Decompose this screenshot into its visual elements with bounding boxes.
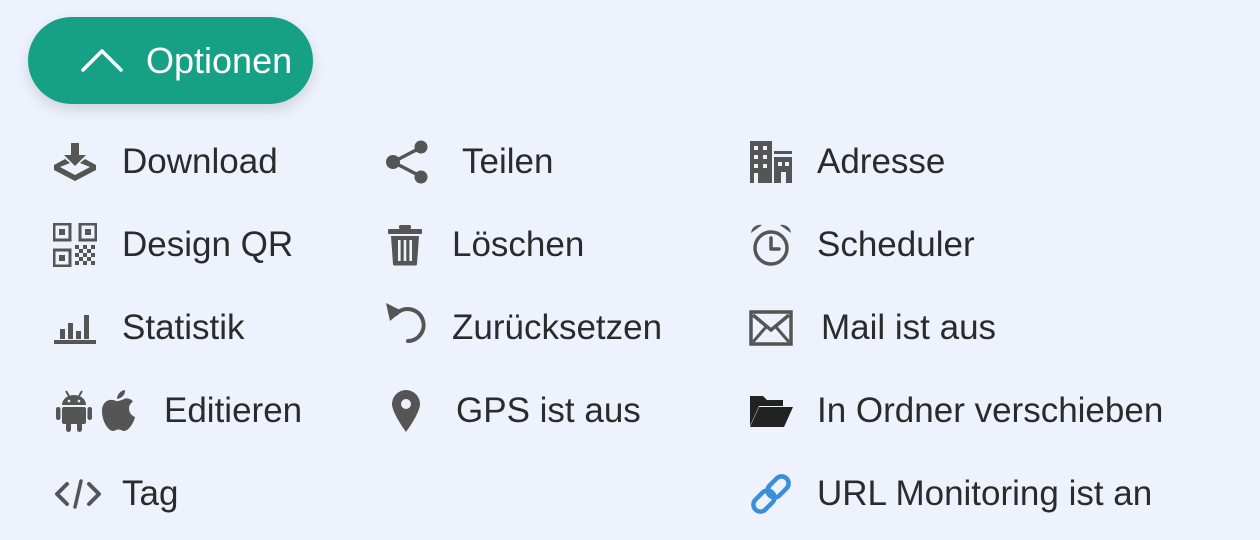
tag-label: Tag <box>122 474 179 513</box>
url-monitoring-label: URL Monitoring ist an <box>817 474 1153 513</box>
move-to-folder-action[interactable]: In Ordner verschieben <box>746 381 1216 441</box>
delete-action[interactable]: Löschen <box>382 215 662 275</box>
folder-open-icon <box>749 393 793 429</box>
scheduler-label: Scheduler <box>817 225 975 264</box>
share-label: Teilen <box>462 142 554 181</box>
statistics-label: Statistik <box>122 308 245 347</box>
design-qr-action[interactable]: Design QR <box>50 215 310 275</box>
download-action[interactable]: Download <box>50 132 310 192</box>
delete-label: Löschen <box>452 225 585 264</box>
scheduler-action[interactable]: Scheduler <box>746 215 1006 275</box>
design-qr-label: Design QR <box>122 225 294 264</box>
bar-chart-icon <box>53 311 97 345</box>
qr-code-icon <box>53 223 97 267</box>
edit-label: Editieren <box>164 391 303 430</box>
reset-label: Zurücksetzen <box>452 308 663 347</box>
gps-label: GPS ist aus <box>456 391 641 430</box>
trash-icon <box>387 224 423 266</box>
android-apple-icon <box>56 389 138 433</box>
options-toggle-label: Optionen <box>146 40 293 81</box>
link-icon <box>748 472 794 516</box>
share-icon <box>384 140 430 184</box>
download-label: Download <box>122 142 278 181</box>
map-pin-icon <box>391 389 421 433</box>
alarm-clock-icon <box>749 223 793 267</box>
envelope-icon <box>749 310 793 346</box>
share-action[interactable]: Teilen <box>382 132 662 192</box>
undo-icon <box>384 301 430 343</box>
reset-action[interactable]: Zurücksetzen <box>382 298 702 358</box>
mail-action[interactable]: Mail ist aus <box>746 298 1046 358</box>
buildings-icon <box>749 140 793 184</box>
tray-download-icon <box>52 141 98 183</box>
statistics-action[interactable]: Statistik <box>50 298 310 358</box>
address-label: Adresse <box>817 142 946 181</box>
options-toggle-button[interactable]: Optionen <box>28 17 313 104</box>
tag-action[interactable]: Tag <box>50 464 270 524</box>
code-icon <box>54 479 102 509</box>
move-to-folder-label: In Ordner verschieben <box>817 391 1164 430</box>
url-monitoring-action[interactable]: URL Monitoring ist an <box>746 464 1216 524</box>
address-action[interactable]: Adresse <box>746 132 1006 192</box>
edit-action[interactable]: Editieren <box>50 381 330 441</box>
gps-action[interactable]: GPS ist aus <box>382 381 662 441</box>
chevron-up-icon <box>80 47 124 73</box>
mail-label: Mail ist aus <box>821 308 997 347</box>
